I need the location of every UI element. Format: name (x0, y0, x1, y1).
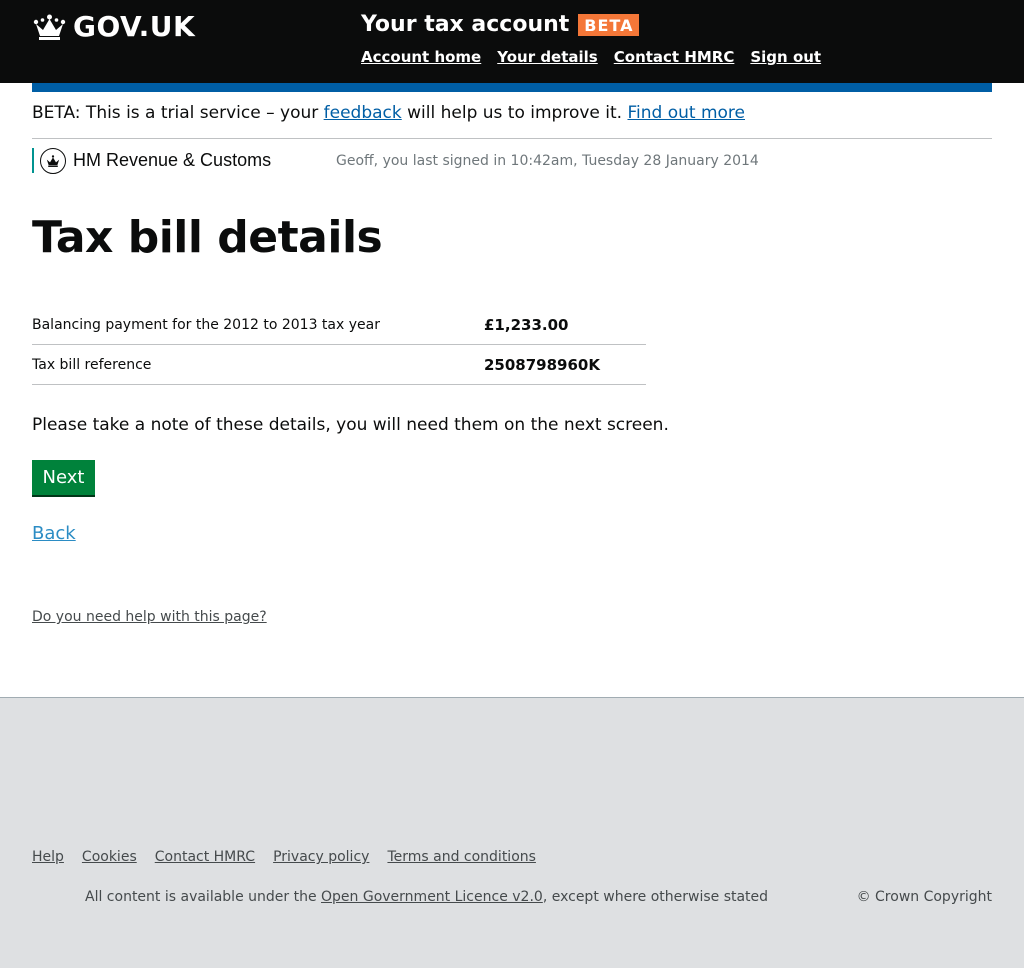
beta-badge: BETA (578, 13, 640, 36)
summary-row: Tax bill reference 2508798960K (32, 345, 646, 385)
summary-value: 2508798960K (484, 356, 600, 374)
organisation-row: HM Revenue & Customs Geoff, you last sig… (32, 146, 992, 174)
next-button[interactable]: Next (32, 460, 95, 495)
nav-sign-out[interactable]: Sign out (750, 48, 821, 66)
licence-prefix: All content is available under the (85, 889, 322, 905)
account-nav: Account home Your details Contact HMRC S… (361, 48, 837, 66)
logo-text: GOV.UK (73, 10, 196, 43)
page-title: Tax bill details (32, 212, 383, 263)
last-signed-in-text: Geoff, you last signed in 10:42am, Tuesd… (336, 153, 759, 169)
footer-link-contact-hmrc[interactable]: Contact HMRC (155, 849, 255, 865)
footer-link-privacy-policy[interactable]: Privacy policy (273, 849, 369, 865)
site-footer: Help Cookies Contact HMRC Privacy policy… (0, 697, 1024, 968)
organisation-name: HM Revenue & Customs (73, 150, 272, 170)
footer-link-cookies[interactable]: Cookies (82, 849, 137, 865)
hmrc-logo: HM Revenue & Customs (32, 147, 272, 174)
summary-key: Balancing payment for the 2012 to 2013 t… (32, 317, 380, 333)
service-title: Your tax account BETA (361, 12, 640, 37)
crest-icon (40, 147, 66, 174)
site-header: GOV.UK Your tax account BETA Account hom… (0, 0, 1024, 83)
beta-banner-text: BETA: This is a trial service – your (32, 103, 324, 123)
footer-link-help[interactable]: Help (32, 849, 64, 865)
note-text: Please take a note of these details, you… (32, 415, 669, 435)
footer-links: Help Cookies Contact HMRC Privacy policy… (32, 849, 554, 865)
licence-text: All content is available under the Open … (85, 889, 768, 905)
nav-your-details[interactable]: Your details (497, 48, 598, 66)
copyright-text[interactable]: © Crown Copyright (857, 889, 992, 905)
summary-row: Balancing payment for the 2012 to 2013 t… (32, 305, 646, 345)
govuk-logo-link[interactable]: GOV.UK (32, 10, 195, 43)
service-name: Your tax account (361, 12, 570, 37)
find-out-more-link[interactable]: Find out more (627, 103, 745, 123)
feedback-link[interactable]: feedback (324, 103, 402, 123)
nav-account-home[interactable]: Account home (361, 48, 481, 66)
back-link[interactable]: Back (32, 523, 76, 544)
header-blue-bar (32, 83, 992, 92)
summary-value: £1,233.00 (484, 316, 569, 334)
help-with-page-link[interactable]: Do you need help with this page? (32, 609, 267, 625)
crown-icon (33, 14, 66, 40)
ogl-link[interactable]: Open Government Licence v2.0 (321, 889, 543, 905)
nav-contact-hmrc[interactable]: Contact HMRC (614, 48, 735, 66)
footer-link-terms[interactable]: Terms and conditions (387, 849, 536, 865)
tax-bill-summary: Balancing payment for the 2012 to 2013 t… (32, 305, 646, 385)
summary-key: Tax bill reference (32, 357, 152, 373)
beta-banner: BETA: This is a trial service – your fee… (32, 103, 992, 139)
licence-suffix: , except where otherwise stated (542, 889, 769, 905)
beta-banner-text-middle: will help us to improve it. (401, 103, 628, 123)
